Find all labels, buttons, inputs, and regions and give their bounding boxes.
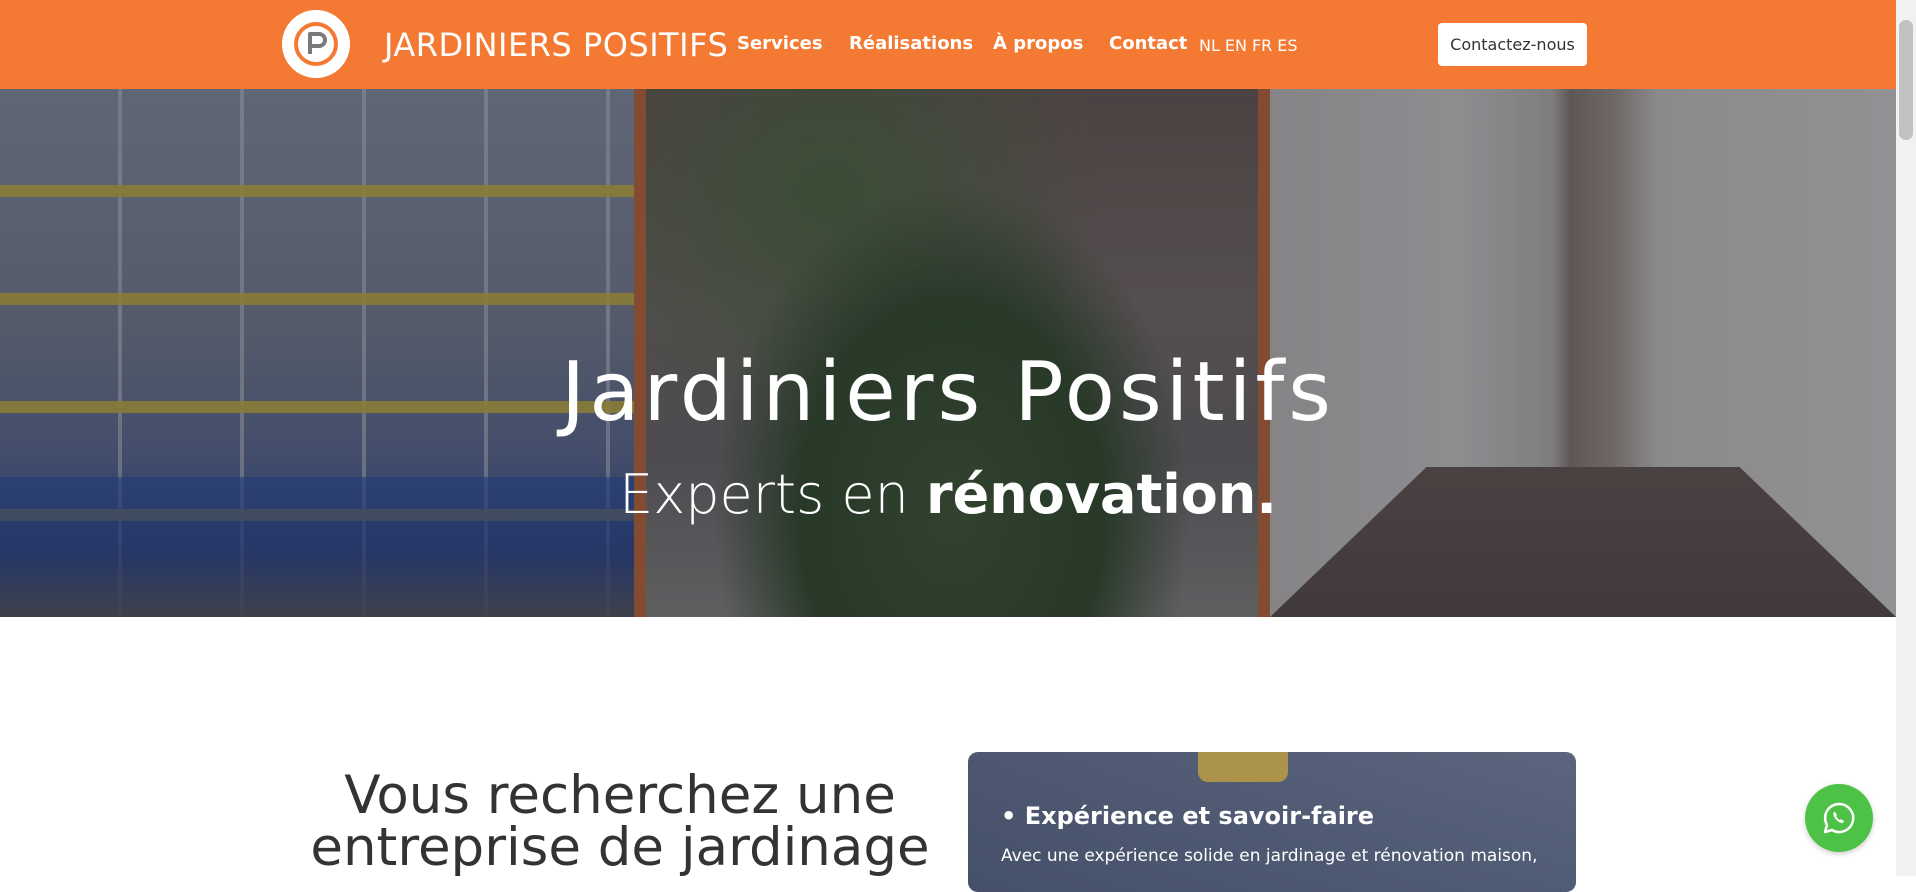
scrollbar-thumb[interactable] [1899, 20, 1913, 140]
lang-nl[interactable]: NL [1199, 36, 1220, 55]
card-background-helmet [1198, 752, 1288, 782]
whatsapp-icon [1823, 802, 1855, 834]
whatsapp-button[interactable] [1805, 784, 1873, 852]
hero-subtitle-bold: rénovation. [926, 463, 1277, 526]
contact-us-button[interactable]: Contactez-nous [1438, 23, 1587, 66]
hero-subtitle: Experts en rénovation. [0, 463, 1896, 526]
card-title: • Expérience et savoir-faire [1001, 802, 1375, 830]
card-text: Avec une expérience solide en jardinage … [1001, 846, 1538, 866]
language-switcher: NL EN FR ES [1199, 36, 1303, 55]
section-title: Vous recherchez une entreprise de jardin… [310, 765, 930, 878]
lang-en[interactable]: EN [1225, 36, 1247, 55]
hero-banner: Jardiniers Positifs Experts en rénovatio… [0, 89, 1896, 617]
logo-p-icon [294, 22, 338, 66]
hero-subtitle-light: Experts en [619, 463, 909, 526]
lang-fr[interactable]: FR [1252, 36, 1272, 55]
brand-name[interactable]: JARDINIERS POSITIFS [384, 26, 728, 64]
experience-card: • Expérience et savoir-faire Avec une ex… [968, 752, 1576, 892]
logo[interactable] [282, 10, 350, 78]
hero-title: Jardiniers Positifs [561, 345, 1335, 440]
nav-services[interactable]: Services [737, 33, 823, 54]
site-header: JARDINIERS POSITIFS Services Réalisation… [0, 0, 1896, 89]
nav-realisations[interactable]: Réalisations [849, 33, 973, 54]
page-scrollbar[interactable] [1896, 0, 1916, 876]
nav-a-propos[interactable]: À propos [993, 33, 1083, 54]
nav-contact[interactable]: Contact [1109, 33, 1187, 54]
lang-es[interactable]: ES [1277, 36, 1297, 55]
